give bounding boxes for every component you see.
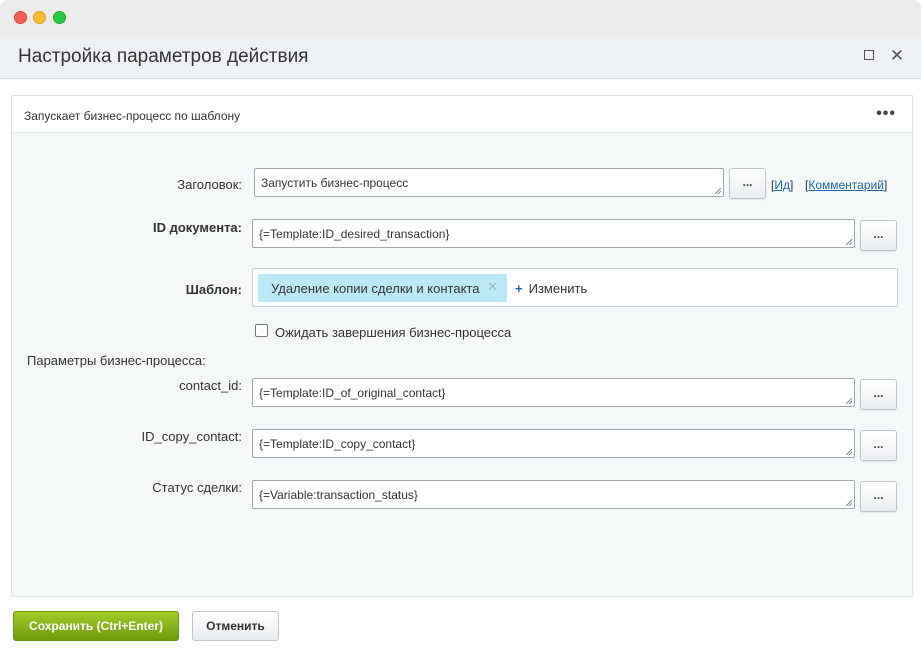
- remove-template-icon[interactable]: ✕: [487, 279, 498, 295]
- window-close-icon[interactable]: [14, 11, 27, 24]
- document-id-label: ID документа:: [153, 220, 242, 235]
- dialog-title: Настройка параметров действия: [18, 46, 309, 67]
- document-id-insert-button[interactable]: ...: [860, 220, 897, 251]
- maximize-icon[interactable]: [857, 44, 881, 68]
- window-minimize-icon[interactable]: [33, 11, 46, 24]
- comment-link-wrap: [Комментарий]: [805, 178, 888, 192]
- param-input-copy-contact[interactable]: {=Template:ID_copy_contact}: [252, 429, 855, 458]
- wait-completion-label[interactable]: Ожидать завершения бизнес-процесса: [275, 325, 511, 340]
- window: Настройка параметров действия ✕ Запускае…: [0, 0, 921, 653]
- template-chip-label: Удаление копии сделки и контакта: [271, 281, 480, 296]
- wait-completion-checkbox[interactable]: [255, 324, 268, 337]
- template-chip[interactable]: Удаление копии сделки и контакта ✕: [258, 274, 507, 302]
- id-link-wrap: [Ид]: [771, 178, 794, 192]
- comment-link[interactable]: Комментарий: [808, 178, 884, 192]
- panel-header: Запускает бизнес-процесс по шаблону •••: [12, 96, 912, 133]
- template-selector: Удаление копии сделки и контакта ✕ + Изме…: [252, 268, 898, 307]
- process-params-label: Параметры бизнес-процесса:: [27, 353, 206, 368]
- change-template-label: Изменить: [528, 281, 588, 296]
- template-label: Шаблон:: [185, 282, 242, 297]
- document-id-input[interactable]: {=Template:ID_desired_transaction}: [252, 219, 855, 248]
- panel-description: Запускает бизнес-процесс по шаблону: [24, 109, 241, 123]
- param-input-deal-status[interactable]: {=Variable:transaction_status}: [252, 480, 855, 509]
- close-icon[interactable]: ✕: [885, 44, 909, 68]
- param-insert-button-contact-id[interactable]: ...: [860, 379, 897, 410]
- more-options-icon[interactable]: •••: [876, 105, 896, 123]
- param-input-contact-id[interactable]: {=Template:ID_of_original_contact}: [252, 378, 855, 407]
- save-button[interactable]: Сохранить (Ctrl+Enter): [13, 611, 179, 641]
- title-input[interactable]: Запустить бизнес-процесс: [254, 168, 724, 197]
- param-insert-button-deal-status[interactable]: ...: [860, 481, 897, 512]
- id-link[interactable]: Ид: [774, 178, 790, 192]
- window-titlebar: [0, 0, 921, 36]
- window-zoom-icon[interactable]: [53, 11, 66, 24]
- change-template-button[interactable]: + Изменить: [515, 281, 587, 296]
- cancel-button[interactable]: Отменить: [192, 611, 279, 641]
- param-label-copy-contact: ID_copy_contact:: [141, 429, 242, 444]
- plus-icon: +: [515, 281, 523, 296]
- param-insert-button-copy-contact[interactable]: ...: [860, 430, 897, 461]
- param-label-deal-status: Статус сделки:: [152, 480, 242, 495]
- param-label-contact-id: contact_id:: [179, 378, 242, 393]
- title-label: Заголовок:: [177, 177, 242, 192]
- title-insert-button[interactable]: ...: [729, 168, 766, 199]
- dialog-header: Настройка параметров действия ✕: [0, 36, 921, 79]
- dialog-footer: Сохранить (Ctrl+Enter) Отменить: [0, 598, 921, 653]
